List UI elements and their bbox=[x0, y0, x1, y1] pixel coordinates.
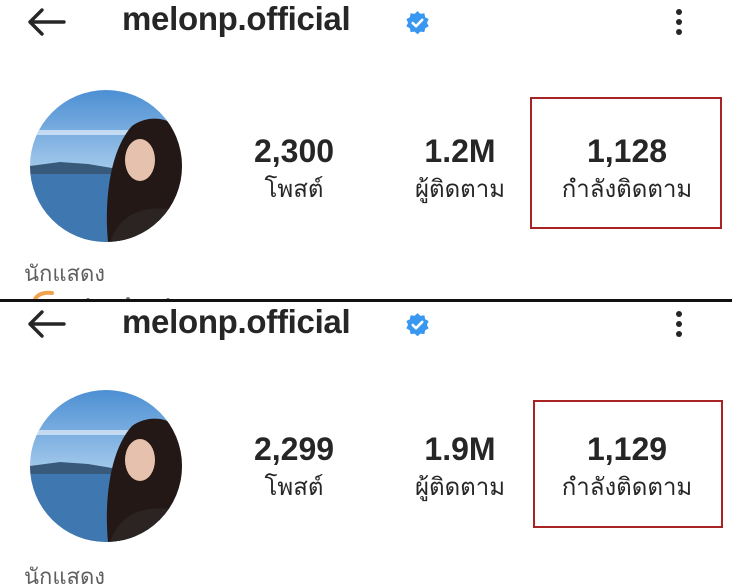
back-button[interactable] bbox=[24, 4, 68, 40]
more-vertical-icon bbox=[676, 311, 682, 337]
following-label: กำลังติดตาม bbox=[561, 474, 693, 501]
profile-screenshot-bottom: melonp.official 2,299 โพสต์ 1.9M ผู้ติดต… bbox=[0, 302, 732, 584]
back-button[interactable] bbox=[24, 306, 68, 342]
profile-avatar[interactable] bbox=[30, 90, 182, 242]
more-options-button[interactable] bbox=[664, 306, 694, 342]
posts-label: โพสต์ bbox=[264, 474, 324, 501]
arrow-left-icon bbox=[28, 310, 66, 338]
stat-following[interactable]: 1,128 กำลังติดตาม bbox=[537, 132, 717, 207]
arrow-left-icon bbox=[28, 8, 66, 36]
verified-badge-icon bbox=[406, 313, 429, 337]
following-count: 1,128 bbox=[586, 133, 668, 169]
profile-bio: นักแสดง bbox=[24, 564, 105, 584]
stat-posts[interactable]: 2,300 โพสต์ bbox=[204, 132, 384, 207]
profile-bio: นักแสดง bbox=[24, 261, 105, 286]
profile-username: melonp.official bbox=[122, 303, 351, 340]
more-options-button[interactable] bbox=[664, 4, 694, 40]
verified-badge-icon bbox=[406, 11, 429, 35]
following-label: กำลังติดตาม bbox=[561, 176, 693, 203]
followers-count: 1.2M bbox=[424, 133, 496, 169]
more-vertical-icon bbox=[676, 9, 682, 35]
posts-label: โพสต์ bbox=[264, 176, 324, 203]
stat-followers[interactable]: 1.9M ผู้ติดตาม bbox=[370, 430, 550, 505]
following-count: 1,129 bbox=[586, 431, 668, 467]
stat-followers[interactable]: 1.2M ผู้ติดตาม bbox=[370, 132, 550, 207]
posts-count: 2,299 bbox=[253, 431, 335, 467]
profile-username: melonp.official bbox=[122, 0, 351, 37]
followers-label: ผู้ติดตาม bbox=[414, 474, 506, 501]
profile-avatar[interactable] bbox=[30, 390, 182, 542]
followers-label: ผู้ติดตาม bbox=[414, 176, 506, 203]
stat-following[interactable]: 1,129 กำลังติดตาม bbox=[537, 430, 717, 505]
posts-count: 2,300 bbox=[253, 133, 335, 169]
profile-screenshot-top: melonp.official 2,300 โพสต์ 1.2M ผู้ติดต… bbox=[0, 0, 732, 300]
stat-posts[interactable]: 2,299 โพสต์ bbox=[204, 430, 384, 505]
followers-count: 1.9M bbox=[424, 431, 496, 467]
